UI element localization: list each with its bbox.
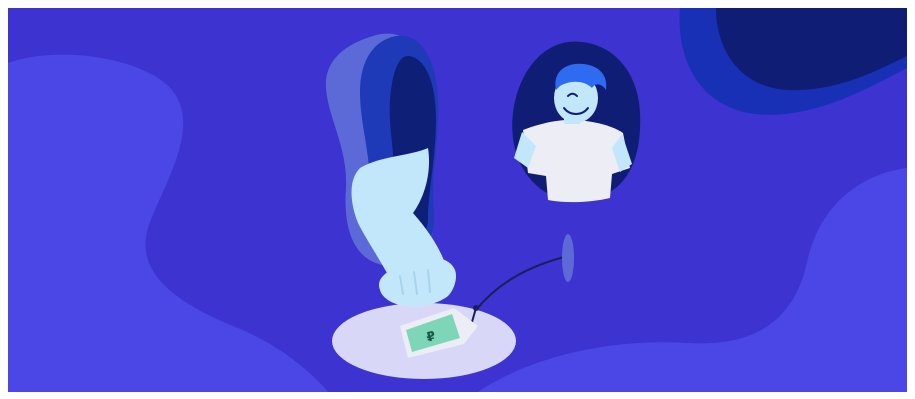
lure-float [562, 234, 574, 282]
phishing-illustration: ₽ [8, 8, 907, 392]
illustration-frame: ₽ [8, 8, 907, 392]
